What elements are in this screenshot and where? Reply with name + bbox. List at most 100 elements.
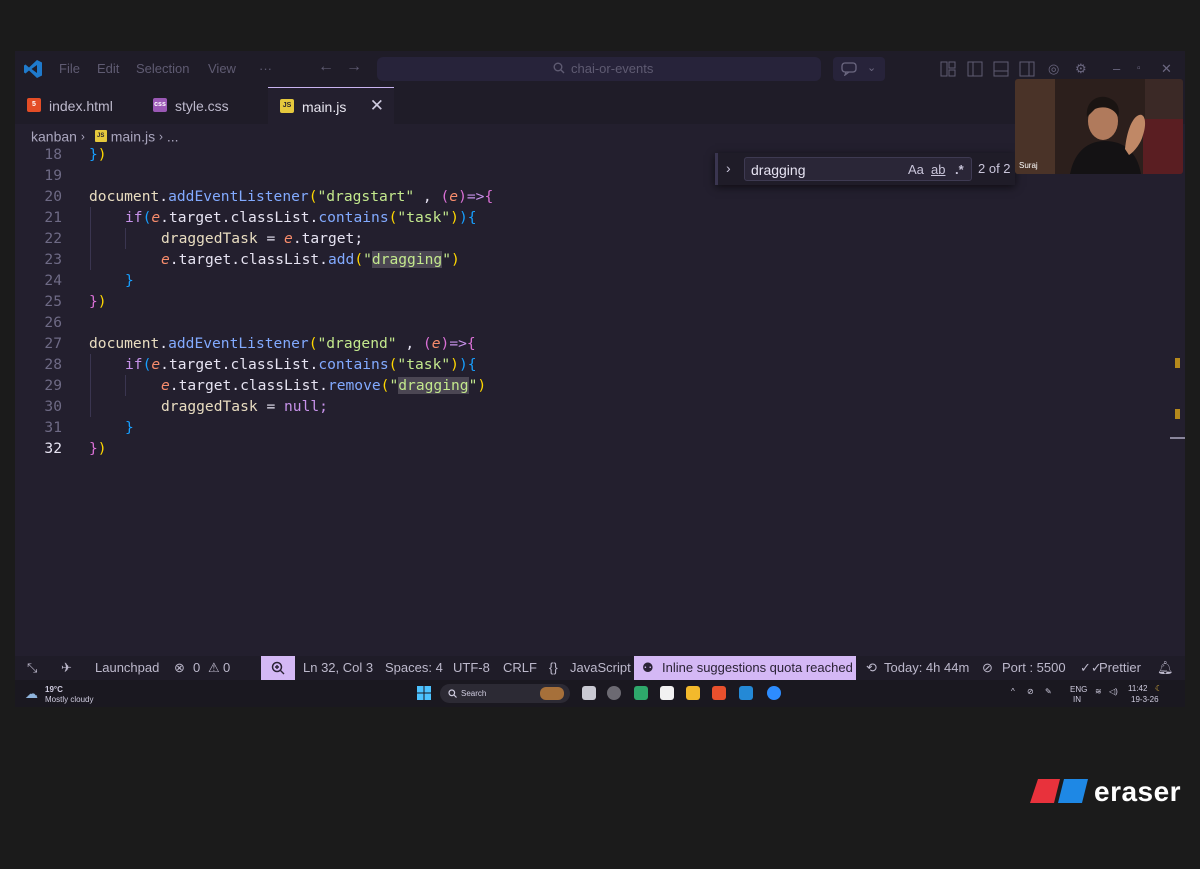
indent-guide bbox=[125, 228, 126, 249]
line-number: 27 bbox=[44, 335, 62, 352]
eraser-wordmark: eraser bbox=[1094, 776, 1182, 807]
tab-index-html[interactable]: 5 index.html bbox=[15, 87, 139, 124]
warning-count[interactable]: 0 bbox=[223, 660, 230, 675]
line-number: 30 bbox=[44, 398, 62, 415]
app-cube-icon[interactable] bbox=[660, 686, 674, 700]
find-match: dragging bbox=[371, 251, 443, 268]
breadcrumb-folder[interactable]: kanban bbox=[31, 128, 77, 144]
accounts-icon[interactable]: ◎ bbox=[1048, 61, 1059, 77]
back-arrow-icon[interactable]: ← bbox=[318, 58, 334, 76]
scrollbar-match-marker bbox=[1175, 358, 1180, 368]
zoom-app-icon[interactable] bbox=[767, 686, 781, 700]
close-tab-icon[interactable]: ✕ bbox=[370, 96, 384, 116]
remote-icon[interactable]: ⤡ bbox=[27, 660, 37, 676]
weather-cloud-icon[interactable]: ☁ bbox=[25, 686, 38, 702]
chrome-icon[interactable] bbox=[607, 686, 621, 700]
menu-more[interactable]: ··· bbox=[259, 61, 272, 76]
find-match: dragging bbox=[398, 377, 469, 394]
taskbar-search[interactable]: Search bbox=[440, 684, 570, 703]
maximize-icon[interactable]: ▫ bbox=[1137, 63, 1141, 74]
copilot-quota-notice[interactable]: ⚉ Inline suggestions quota reached bbox=[634, 656, 856, 680]
end-of-line[interactable]: CRLF bbox=[503, 660, 537, 675]
indent-guide bbox=[125, 375, 126, 396]
encoding[interactable]: UTF-8 bbox=[453, 660, 490, 675]
prettier-status[interactable]: Prettier bbox=[1099, 660, 1141, 675]
menu-view[interactable]: View bbox=[208, 61, 236, 76]
find-input[interactable]: dragging Aa ab .* bbox=[744, 157, 972, 181]
vscode-taskbar-icon[interactable] bbox=[739, 686, 753, 700]
language-region[interactable]: IN bbox=[1073, 695, 1081, 704]
webcam-name-label: Suraj bbox=[1019, 161, 1038, 170]
line-number: 20 bbox=[44, 188, 62, 205]
line-number: 24 bbox=[44, 272, 62, 289]
weather-temp[interactable]: 19°C bbox=[45, 685, 63, 694]
match-case-toggle[interactable]: Aa bbox=[908, 162, 924, 177]
clock-date[interactable]: 19-3-26 bbox=[1131, 695, 1159, 704]
tray-icon[interactable]: ⊘ bbox=[1027, 687, 1034, 696]
port-icon[interactable]: ⊘ bbox=[982, 660, 993, 676]
menu-file[interactable]: File bbox=[59, 61, 80, 76]
command-center-search[interactable]: chai-or-events bbox=[377, 57, 821, 81]
forward-arrow-icon[interactable]: → bbox=[346, 58, 362, 76]
windows-start-icon[interactable] bbox=[417, 686, 431, 700]
weather-desc[interactable]: Mostly cloudy bbox=[45, 695, 93, 704]
warning-icon[interactable]: ⚠ bbox=[208, 660, 220, 676]
live-server-port[interactable]: Port : 5500 bbox=[1002, 660, 1066, 675]
breadcrumb-more[interactable]: ... bbox=[167, 128, 179, 144]
chevron-up-icon[interactable]: ^ bbox=[1011, 687, 1015, 696]
zoom-button[interactable] bbox=[261, 656, 295, 680]
tray-icon[interactable]: ✎ bbox=[1045, 687, 1052, 696]
windows-taskbar: ☁ 19°C Mostly cloudy Search ^ ⊘ ✎ ENG IN… bbox=[15, 680, 1185, 707]
wifi-icon[interactable]: ≋ bbox=[1095, 687, 1102, 696]
toggle-primary-sidebar-icon[interactable] bbox=[967, 61, 983, 77]
time-tracker[interactable]: Today: 4h 44m bbox=[884, 660, 969, 675]
vscode-logo-icon[interactable] bbox=[23, 59, 43, 79]
line-number: 22 bbox=[44, 230, 62, 247]
tab-label: main.js bbox=[302, 99, 347, 115]
menu-selection[interactable]: Selection bbox=[136, 61, 189, 76]
error-icon[interactable]: ⊗ bbox=[174, 660, 185, 676]
command-center-label: chai-or-events bbox=[571, 61, 654, 76]
menu-edit[interactable]: Edit bbox=[97, 61, 119, 76]
customize-layout-icon[interactable] bbox=[940, 61, 956, 77]
launchpad-icon[interactable]: ✈ bbox=[61, 660, 72, 676]
taskbar-search-label: Search bbox=[461, 689, 487, 698]
tab-style-css[interactable]: css style.css bbox=[141, 87, 266, 124]
line-number: 31 bbox=[44, 419, 62, 436]
tab-label: style.css bbox=[175, 98, 229, 114]
error-count[interactable]: 0 bbox=[193, 660, 200, 675]
chevron-right-icon[interactable]: › bbox=[726, 160, 731, 176]
launchpad-label[interactable]: Launchpad bbox=[95, 660, 159, 675]
history-icon[interactable]: ⟲ bbox=[866, 660, 877, 676]
notifications-bell-icon[interactable]: 🔔︎ bbox=[1157, 660, 1174, 676]
settings-gear-icon[interactable]: ⚙ bbox=[1075, 61, 1087, 77]
tab-main-js[interactable]: JS main.js ✕ bbox=[268, 87, 394, 124]
language-mode[interactable]: JavaScript bbox=[570, 660, 631, 675]
clock-time[interactable]: 11:42 bbox=[1128, 684, 1147, 693]
match-whole-word-toggle[interactable]: ab bbox=[931, 162, 945, 177]
line-number: 23 bbox=[44, 251, 62, 268]
chevron-down-icon: ⌄ bbox=[867, 62, 877, 74]
copilot-chat-icon bbox=[841, 62, 857, 76]
app-green-icon[interactable] bbox=[634, 686, 648, 700]
close-window-icon[interactable]: ✕ bbox=[1161, 61, 1172, 77]
toggle-panel-icon[interactable] bbox=[993, 61, 1009, 77]
eraser-logo: eraser bbox=[1030, 776, 1190, 807]
find-match-count: 2 of 2 bbox=[978, 161, 1011, 176]
indentation[interactable]: Spaces: 4 bbox=[385, 660, 443, 675]
breadcrumb-file[interactable]: main.js bbox=[111, 128, 155, 144]
brave-browser-icon[interactable] bbox=[712, 686, 726, 700]
copilot-button[interactable]: ⌄ bbox=[833, 57, 885, 81]
volume-icon[interactable]: ◁) bbox=[1109, 687, 1118, 696]
minimize-icon[interactable]: – bbox=[1113, 61, 1120, 76]
task-view-icon[interactable] bbox=[582, 686, 596, 700]
editor-tabs: 5 index.html css style.css JS main.js ✕ bbox=[15, 87, 1185, 124]
cursor-position[interactable]: Ln 32, Col 3 bbox=[303, 660, 373, 675]
toggle-secondary-sidebar-icon[interactable] bbox=[1019, 61, 1035, 77]
braces-icon[interactable]: {} bbox=[549, 660, 558, 675]
use-regex-toggle[interactable]: .* bbox=[955, 162, 964, 177]
line-number: 26 bbox=[44, 314, 62, 331]
file-explorer-icon[interactable] bbox=[686, 686, 700, 700]
language-code[interactable]: ENG bbox=[1070, 685, 1087, 694]
search-highlight-icon bbox=[540, 687, 564, 700]
